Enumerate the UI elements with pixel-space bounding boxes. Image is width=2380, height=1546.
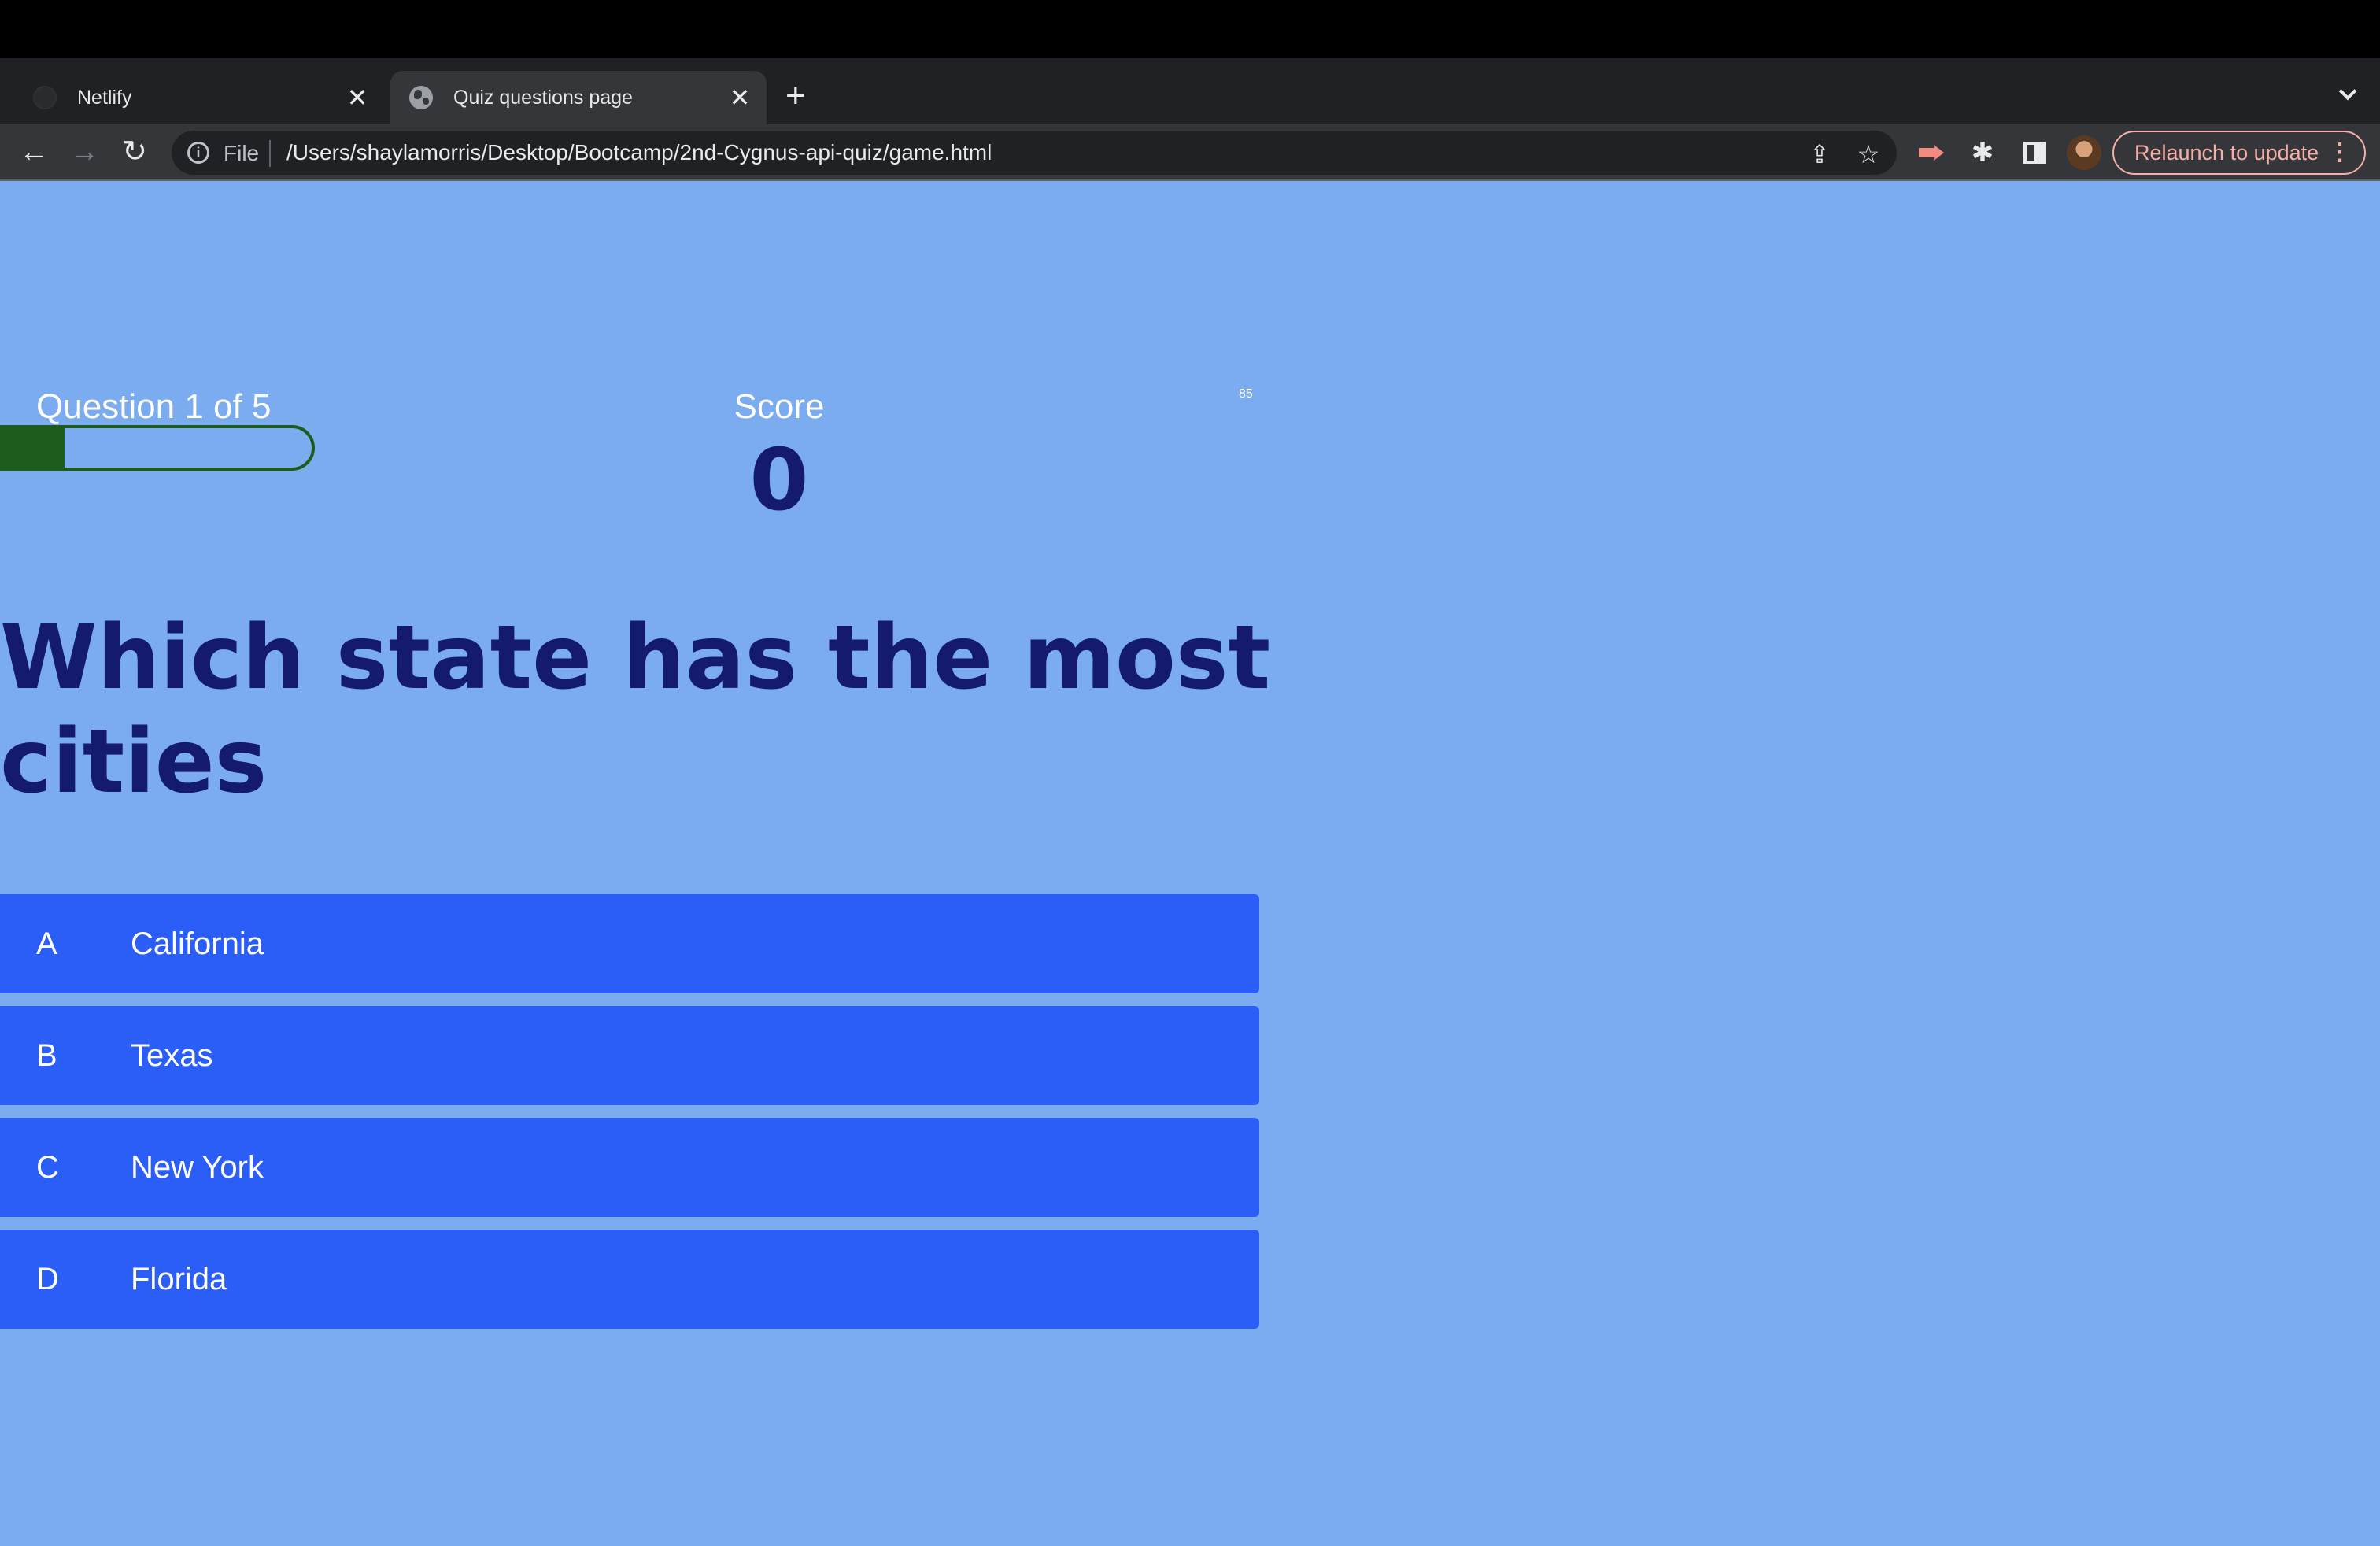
tab-title: Quiz questions page	[453, 86, 633, 109]
menu-bar-area	[0, 0, 2380, 58]
progress-bar	[0, 425, 315, 471]
page-content: Question 1 of 5 Score 0 85 Which state h…	[0, 181, 2380, 1546]
choice-prefix: C	[36, 1149, 59, 1185]
choice-b[interactable]: B Texas	[0, 1006, 1259, 1105]
puzzle-extensions-icon[interactable]: ✱	[1965, 135, 2000, 170]
choice-prefix: A	[36, 926, 57, 961]
choice-d[interactable]: D Florida	[0, 1230, 1259, 1329]
address-bar[interactable]: i File /Users/shaylamorris/Desktop/Bootc…	[172, 131, 1897, 175]
tab-strip: Netlify ✕ Quiz questions page ✕ +	[0, 58, 2380, 124]
relaunch-button[interactable]: Relaunch to update ⋮	[2112, 131, 2366, 175]
choice-a[interactable]: A California	[0, 894, 1259, 993]
url-text[interactable]: /Users/shaylamorris/Desktop/Bootcamp/2nd…	[286, 140, 992, 165]
extension-icon[interactable]	[1919, 145, 1944, 161]
question-counter: Question 1 of 5	[36, 387, 272, 426]
choice-text: Texas	[131, 1037, 213, 1073]
choice-text: New York	[131, 1149, 264, 1185]
tab-quiz-questions[interactable]: Quiz questions page ✕	[390, 71, 767, 124]
netlify-favicon-icon	[33, 86, 57, 109]
more-menu-icon[interactable]: ⋮	[2328, 132, 2352, 173]
back-arrow-icon[interactable]: ←	[14, 132, 54, 172]
new-tab-plus-icon[interactable]: +	[785, 79, 806, 113]
reload-icon[interactable]: ↻	[115, 132, 154, 172]
info-icon[interactable]: i	[187, 142, 209, 164]
question-text: Which state has the most cities	[0, 607, 1271, 813]
scheme-label: File	[224, 141, 260, 165]
choice-c[interactable]: C New York	[0, 1118, 1259, 1217]
tab-netlify[interactable]: Netlify ✕	[13, 71, 384, 124]
score-value: 0	[749, 431, 809, 530]
bookmark-star-icon[interactable]: ☆	[1853, 139, 1884, 170]
choice-prefix: B	[36, 1037, 57, 1073]
forward-arrow-icon[interactable]: →	[65, 132, 104, 172]
browser-toolbar: ← → ↻ i File /Users/shaylamorris/Desktop…	[0, 124, 2380, 181]
share-icon[interactable]: ⇪	[1804, 139, 1835, 170]
chevron-down-icon[interactable]	[2339, 85, 2356, 102]
side-panel-icon[interactable]	[2023, 142, 2046, 164]
avatar[interactable]	[2067, 135, 2101, 170]
score-label: Score	[734, 387, 825, 426]
close-icon[interactable]: ✕	[342, 85, 373, 110]
relaunch-label: Relaunch to update	[2134, 141, 2319, 165]
divider	[269, 140, 271, 167]
choice-prefix: D	[36, 1261, 59, 1296]
choice-text: California	[131, 926, 264, 961]
timer-text: 85	[1239, 387, 1253, 401]
choice-text: Florida	[131, 1261, 227, 1296]
progress-bar-fill	[3, 428, 65, 468]
globe-icon	[409, 86, 433, 109]
close-icon[interactable]: ✕	[724, 85, 756, 110]
tab-title: Netlify	[77, 86, 132, 109]
